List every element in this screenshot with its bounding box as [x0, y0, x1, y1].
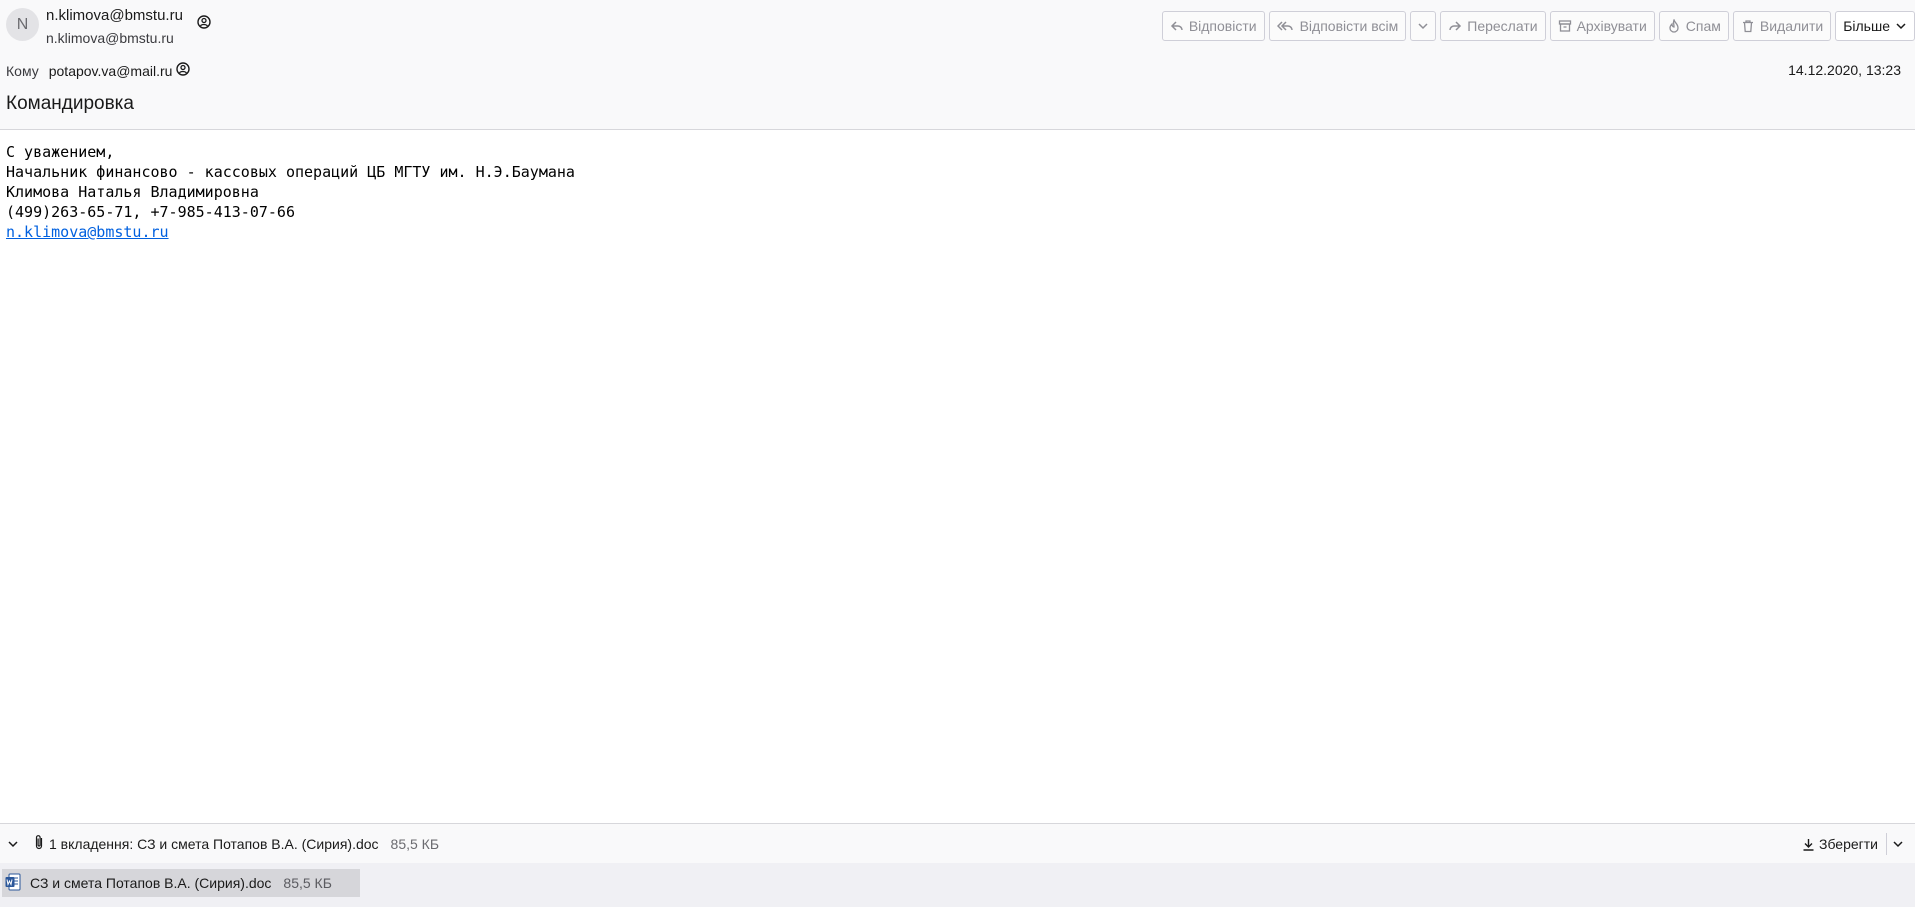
attachment-list: СЗ и смета Потапов В.А. (Сирия).doc 85,5… [0, 863, 1915, 907]
trash-icon [1742, 20, 1753, 33]
chevron-down-icon [1896, 23, 1906, 30]
forward-label: Переслати [1467, 18, 1538, 34]
attachment-size: 85,5 КБ [283, 875, 332, 891]
attachment-total-size: 85,5 КБ [390, 835, 440, 852]
message-body: С уважением, Начальник финансово - кассо… [0, 131, 1915, 823]
archive-label: Архівувати [1576, 18, 1647, 34]
save-label: Зберегти [1818, 836, 1878, 852]
reply-all-icon [1276, 21, 1293, 31]
delete-label: Видалити [1759, 18, 1824, 34]
body-line: Начальник финансово - кассовых операций … [6, 163, 575, 181]
attachment-bar: 1 вкладення: СЗ и смета Потапов В.А. (Си… [0, 823, 1915, 863]
chevron-down-icon [8, 840, 18, 847]
reply-dropdown-button[interactable] [1410, 11, 1437, 41]
reply-all-label: Відповісти всім [1299, 18, 1399, 34]
to-label: Кому [6, 62, 39, 79]
attachment-summary[interactable]: 1 вкладення: СЗ и смета Потапов В.А. (Си… [49, 836, 379, 852]
spam-flame-icon [1669, 19, 1679, 33]
paperclip-icon [34, 834, 44, 853]
signature-email-link[interactable]: n.klimova@bmstu.ru [6, 223, 169, 241]
word-doc-icon [5, 873, 21, 894]
message-header: N n.klimova@bmstu.ru n.klimova@bmstu.ru … [0, 0, 1915, 130]
attachments-toggle[interactable] [4, 838, 22, 850]
more-label: Більше [1843, 18, 1890, 34]
to-address[interactable]: potapov.va@mail.ru [49, 63, 173, 79]
message-subject: Командировка [6, 93, 134, 114]
contact-icon[interactable] [197, 15, 211, 34]
save-attachment-button[interactable]: Зберегти [1794, 830, 1886, 858]
save-attachment-group: Зберегти [1794, 830, 1909, 858]
chevron-down-icon [1418, 23, 1428, 30]
spam-button[interactable]: Спам [1658, 11, 1729, 41]
archive-icon [1558, 20, 1571, 32]
contact-icon[interactable] [176, 62, 191, 79]
from-name[interactable]: n.klimova@bmstu.ru [46, 7, 183, 24]
chevron-down-icon [1893, 841, 1903, 848]
from-address: n.klimova@bmstu.ru [46, 30, 174, 46]
reply-label: Відповісти [1188, 18, 1257, 34]
spam-label: Спам [1685, 18, 1721, 34]
reply-all-button[interactable]: Відповісти всім [1268, 11, 1407, 41]
attachment-name: СЗ и смета Потапов В.А. (Сирия).doc [30, 875, 272, 891]
attachment-item[interactable]: СЗ и смета Потапов В.А. (Сирия).doc 85,5… [2, 869, 360, 897]
sender-avatar: N [6, 8, 39, 41]
delete-button[interactable]: Видалити [1732, 11, 1832, 41]
more-button[interactable]: Більше [1835, 11, 1915, 41]
message-toolbar: Відповісти Відповісти всім Переслати Арх… [1161, 11, 1915, 41]
reply-button[interactable]: Відповісти [1161, 11, 1265, 41]
archive-button[interactable]: Архівувати [1549, 11, 1655, 41]
forward-icon [1449, 21, 1462, 31]
message-date: 14.12.2020, 13:23 [1788, 62, 1901, 78]
reply-icon [1170, 21, 1183, 31]
body-line: С уважением, [6, 143, 115, 161]
download-icon [1803, 838, 1814, 851]
body-line: (499)263-65-71, +7-985-413-07-66 [6, 203, 295, 221]
forward-button[interactable]: Переслати [1440, 11, 1546, 41]
recipient-row: Кому potapov.va@mail.ru [6, 62, 191, 79]
save-dropdown-button[interactable] [1887, 830, 1909, 858]
body-line: Климова Наталья Владимировна [6, 183, 259, 201]
